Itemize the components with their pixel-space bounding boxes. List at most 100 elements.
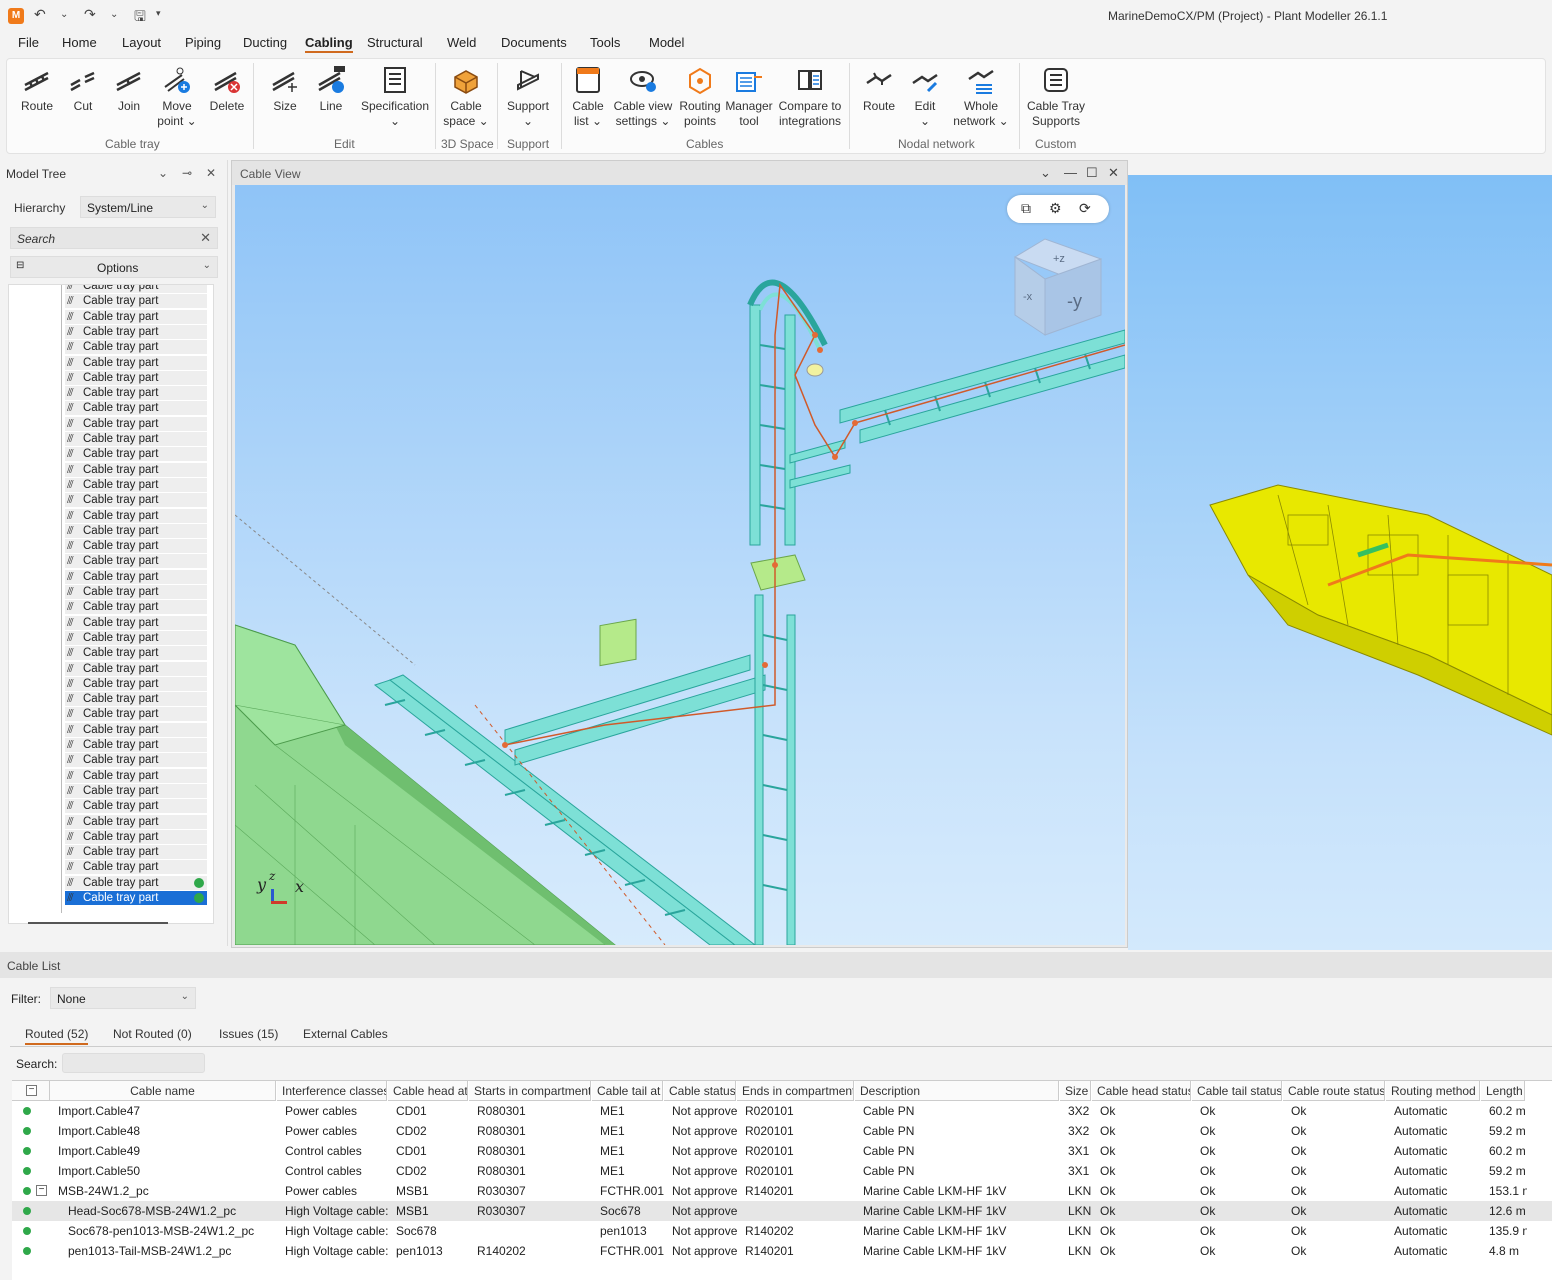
manager-tool-button[interactable]: Manager tool <box>725 65 773 129</box>
column-header[interactable]: Cable name <box>50 1081 276 1101</box>
tree-item[interactable]: ⫻ Cable tray part <box>65 814 207 829</box>
tab-home[interactable]: Home <box>62 35 97 50</box>
tab-ducting[interactable]: Ducting <box>243 35 287 50</box>
redo-icon[interactable]: ↷ <box>84 6 96 23</box>
cable-tray-join-button[interactable]: Join <box>111 65 147 114</box>
column-header[interactable]: Cable tail status <box>1192 1081 1282 1101</box>
close-icon[interactable]: ✕ <box>1108 165 1119 181</box>
quick-access-menu-icon[interactable]: ▾ <box>156 8 161 19</box>
tab-routed[interactable]: Routed (52) <box>25 1027 89 1045</box>
tree-item[interactable]: ⫻ Cable tray part <box>65 539 207 554</box>
line-button[interactable]: Line <box>313 65 349 114</box>
3d-viewport[interactable]: y z x +z -x -y ⧉ ⚙ ⟳ <box>235 185 1125 945</box>
tree-item[interactable]: ⫻ Cable tray part <box>65 615 207 630</box>
tree-item[interactable]: ⫻ Cable tray part <box>65 661 207 676</box>
column-header[interactable]: Ends in compartment <box>737 1081 854 1101</box>
table-row[interactable]: − MSB-24W1.2_pc Power cables MSB1 R030307 FCT… <box>12 1181 1552 1201</box>
cable-tray-supports-button[interactable]: Cable Tray Supports <box>1025 65 1087 129</box>
minimize-icon[interactable]: — <box>1064 165 1077 180</box>
chevron-down-icon[interactable]: ⌄ <box>158 166 168 180</box>
tree-item[interactable]: ⫻ Cable tray part <box>65 829 207 844</box>
view-cube[interactable]: +z -x -y <box>1013 237 1105 337</box>
column-header[interactable]: Description <box>855 1081 1059 1101</box>
column-header[interactable]: Cable tail at <box>592 1081 663 1101</box>
tab-layout[interactable]: Layout <box>122 35 161 50</box>
table-row[interactable]: Import.Cable48 Power cables CD02 R080301 ME1… <box>12 1121 1552 1141</box>
tree-item[interactable]: ⫻ Cable tray part <box>65 753 207 768</box>
tree-item[interactable]: ⫻ Cable tray part <box>65 783 207 798</box>
tab-external-cables[interactable]: External Cables <box>303 1027 388 1041</box>
tree-item[interactable]: ⫻ Cable tray part <box>65 355 207 370</box>
specification-button[interactable]: Specification ⌄ <box>357 65 433 129</box>
close-icon[interactable]: ✕ <box>206 166 216 180</box>
cable-tray-cut-button[interactable]: Cut <box>65 65 101 114</box>
table-row[interactable]: Head-Soc678-MSB-24W1.2_pc High Voltage ca… <box>12 1201 1552 1221</box>
column-header[interactable]: Starts in compartment <box>469 1081 591 1101</box>
tab-model[interactable]: Model <box>649 35 684 50</box>
view-box-icon[interactable]: ⧉ <box>1021 200 1031 217</box>
filter-select[interactable]: None ⌄ <box>50 987 196 1009</box>
table-row[interactable]: pen1013-Tail-MSB-24W1.2_pc High Voltage c… <box>12 1241 1552 1261</box>
tree-item[interactable]: ⫻ Cable tray part <box>65 462 207 477</box>
tree-item[interactable]: ⫻ Cable tray part <box>65 523 207 538</box>
table-row[interactable]: Soc678-pen1013-MSB-24W1.2_pc High Voltage… <box>12 1221 1552 1241</box>
tab-piping[interactable]: Piping <box>185 35 221 50</box>
table-row[interactable]: Import.Cable47 Power cables CD01 R080301 ME1… <box>12 1101 1552 1121</box>
tab-file[interactable]: File <box>18 35 39 50</box>
routing-points-button[interactable]: Routing points <box>677 65 723 129</box>
hierarchy-select[interactable]: System/Line ⌄ <box>80 196 216 218</box>
nodal-edit-button[interactable]: Edit ⌄ <box>907 65 943 129</box>
tree-item[interactable]: ⫻ Cable tray part <box>65 646 207 661</box>
tree-item[interactable]: ⫻ Cable tray part <box>65 477 207 492</box>
tab-documents[interactable]: Documents <box>501 35 567 50</box>
column-header[interactable]: Interference classes <box>277 1081 387 1101</box>
cable-table[interactable]: − Cable name Interference classes Cable hea… <box>12 1080 1552 1280</box>
tab-not-routed[interactable]: Not Routed (0) <box>113 1027 192 1041</box>
delete-button[interactable]: Delete <box>207 65 247 114</box>
pin-icon[interactable]: ⊸ <box>182 166 192 180</box>
tree-item[interactable]: ⫻ Cable tray part <box>65 630 207 645</box>
tree-item[interactable]: ⫻ Cable tray part <box>65 600 207 615</box>
support-button[interactable]: Support ⌄ <box>505 65 551 129</box>
column-header[interactable]: Cable route status <box>1283 1081 1385 1101</box>
tree-item[interactable]: ⫻ Cable tray part <box>65 416 207 431</box>
tree-item[interactable]: ⫻ Cable tray part <box>65 722 207 737</box>
collapse-icon[interactable]: − <box>26 1085 37 1096</box>
maximize-icon[interactable]: ☐ <box>1086 165 1098 181</box>
tree-search-input[interactable]: Search ✕ <box>10 227 218 249</box>
cable-search-input[interactable] <box>62 1053 205 1073</box>
whole-network-button[interactable]: Whole network ⌄ <box>951 65 1011 129</box>
tree-item[interactable]: ⫻ Cable tray part <box>65 324 207 339</box>
undo-icon[interactable]: ↶ <box>34 6 46 23</box>
tree-item[interactable]: ⫻ Cable tray part <box>65 340 207 355</box>
tree-item[interactable]: ⫻ Cable tray part <box>65 370 207 385</box>
view-refresh-icon[interactable]: ⟳ <box>1079 200 1091 217</box>
tab-issues[interactable]: Issues (15) <box>219 1027 278 1041</box>
redo-dropdown-icon[interactable]: ⌄ <box>110 9 118 20</box>
tab-weld[interactable]: Weld <box>447 35 476 50</box>
tree-item-selected[interactable]: ⫻ Cable tray part <box>65 891 207 905</box>
column-header[interactable]: Size <box>1060 1081 1091 1101</box>
undo-dropdown-icon[interactable]: ⌄ <box>60 9 68 20</box>
tree-item[interactable]: ⫻ Cable tray part <box>65 676 207 691</box>
tree-item[interactable]: ⫻ Cable tray part <box>65 432 207 446</box>
tree-item[interactable]: ⫻ Cable tray part <box>65 309 207 324</box>
nodal-route-button[interactable]: Route <box>861 65 897 114</box>
view-settings-icon[interactable]: ⚙ <box>1049 200 1062 217</box>
expand-all-header[interactable]: − <box>12 1081 50 1101</box>
tree-horizontal-scrollbar[interactable] <box>28 922 168 924</box>
collapse-icon[interactable]: − <box>36 1185 47 1196</box>
column-header[interactable]: Routing method <box>1386 1081 1480 1101</box>
cable-tray-route-button[interactable]: Route <box>19 65 55 114</box>
tree-list[interactable]: ⫻ Cable tray part ⫻ Cable tray part ⫻ Cable t… <box>8 284 214 924</box>
cable-space-button[interactable]: Cable space ⌄ <box>441 65 491 129</box>
tree-item[interactable]: ⫻ Cable tray part <box>65 386 207 401</box>
cable-view-settings-button[interactable]: Cable view settings ⌄ <box>613 65 673 129</box>
tree-item[interactable]: ⫻ Cable tray part <box>65 554 207 569</box>
tree-item[interactable]: ⫻ Cable tray part <box>65 401 207 416</box>
save-icon[interactable]: 🖫 <box>134 6 146 30</box>
column-header[interactable]: Cable head status <box>1092 1081 1191 1101</box>
tree-item[interactable]: ⫻ Cable tray part <box>65 447 207 462</box>
tree-item[interactable]: ⫻ Cable tray part <box>65 875 207 890</box>
tab-structural[interactable]: Structural <box>367 35 423 50</box>
